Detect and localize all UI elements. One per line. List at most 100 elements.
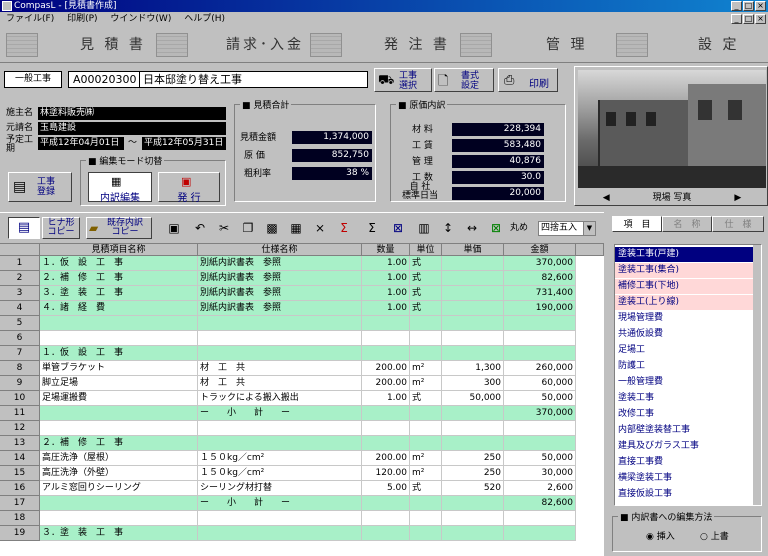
nav-settings[interactable]: 設 定 xyxy=(616,31,766,59)
overwrite-radio[interactable]: ○ 上書 xyxy=(700,532,729,543)
list-item[interactable]: 現場管理費 xyxy=(615,311,753,326)
cell-price[interactable]: 250 xyxy=(442,451,504,466)
cell-item-name[interactable]: 単管ブラケット xyxy=(40,361,198,376)
cell-price[interactable]: 520 xyxy=(442,481,504,496)
save-icon[interactable]: ▣ xyxy=(164,217,184,239)
cell-qty[interactable]: 120.00 xyxy=(362,466,410,481)
cell-amount[interactable]: 82,600 xyxy=(504,271,576,286)
cell-amount[interactable]: 50,000 xyxy=(504,391,576,406)
photo-next-icon[interactable]: ▶ xyxy=(734,193,741,203)
cell-price[interactable]: 300 xyxy=(442,376,504,391)
breakdown-edit-button[interactable]: ▦ 内訳編集 xyxy=(88,172,152,204)
table-row[interactable]: 3 ３．塗 装 工 事別紙内訳書表 参照 1.00 式 731,400 xyxy=(0,286,604,301)
cell-unit[interactable] xyxy=(410,346,442,361)
cell-item-name[interactable]: アルミ窓回りシーリング xyxy=(40,481,198,496)
cell-spec[interactable]: シーリング材打替 xyxy=(198,481,362,496)
table-row[interactable]: 10 足場運搬費 トラックによる搬入搬出 1.00 式 50,000 50,000 xyxy=(0,391,604,406)
cell-spec[interactable] xyxy=(198,346,362,361)
paste-icon[interactable]: ▩ xyxy=(262,217,282,239)
cell-price[interactable] xyxy=(442,406,504,421)
cell-price[interactable]: 50,000 xyxy=(442,391,504,406)
list-item[interactable]: 足場工 xyxy=(615,343,753,358)
cell-unit[interactable] xyxy=(410,526,442,541)
title-bar[interactable]: CompasL - [見積書作成] _ □ × xyxy=(0,0,768,12)
cell-qty[interactable]: 200.00 xyxy=(362,376,410,391)
list-item[interactable]: 内部壁塗装替工事 xyxy=(615,423,753,438)
table-row[interactable]: 16 アルミ窓回りシーリング シーリング材打替 5.00 式 520 2,600 xyxy=(0,481,604,496)
cell-qty[interactable]: 1.00 xyxy=(362,271,410,286)
cell-spec[interactable] xyxy=(198,316,362,331)
register-work-button[interactable]: ▤ 工事 登録 xyxy=(8,172,72,202)
client-field[interactable]: 林塗料販売㈱ xyxy=(38,107,226,120)
cell-spec[interactable] xyxy=(198,526,362,541)
cell-item-name[interactable]: 高圧洗浄（屋根） xyxy=(40,451,198,466)
cell-qty[interactable] xyxy=(362,421,410,436)
cell-price[interactable] xyxy=(442,436,504,451)
cell-spec[interactable]: 別紙内訳書表 参照 xyxy=(198,301,362,316)
cell-spec[interactable]: 材 工 共 xyxy=(198,361,362,376)
cell-qty[interactable] xyxy=(362,511,410,526)
cell-amount[interactable]: 2,600 xyxy=(504,481,576,496)
tab-name[interactable]: 名 称 xyxy=(662,216,712,232)
col-price[interactable]: 単価 xyxy=(442,244,504,256)
cell-spec[interactable]: １５０kg／cm² xyxy=(198,451,362,466)
cell-qty[interactable] xyxy=(362,496,410,511)
cell-qty[interactable]: 1.00 xyxy=(362,256,410,271)
cell-amount[interactable]: 190,000 xyxy=(504,301,576,316)
cell-qty[interactable]: 1.00 xyxy=(362,286,410,301)
table-row[interactable]: 15 高圧洗浄（外壁） １５０kg／cm² 120.00 m² 250 30,000 xyxy=(0,466,604,481)
col-amount[interactable]: 金額 xyxy=(504,244,576,256)
table-row[interactable]: 19 ３．塗 装 工 事 xyxy=(0,526,604,541)
end-date-field[interactable]: 平成12年05月31日 xyxy=(142,137,226,150)
site-photo-panel[interactable]: ◀ 現場 写真 ▶ xyxy=(574,66,768,206)
cell-qty[interactable]: 5.00 xyxy=(362,481,410,496)
list-scrollbar[interactable] xyxy=(753,245,761,505)
table-row[interactable]: 9 脚立足場材 工 共 200.00 m² 300 60,000 xyxy=(0,376,604,391)
cell-unit[interactable]: 式 xyxy=(410,271,442,286)
list-item[interactable]: 横梁塗装工事 xyxy=(615,471,753,486)
format-settings-button[interactable]: 🗋 書式 設定 xyxy=(434,68,494,92)
template-copy-button[interactable]: ヒナ形 コピー xyxy=(42,217,80,239)
table-row[interactable]: 2 ２．補 修 工 事別紙内訳書表 参照 1.00 式 82,600 xyxy=(0,271,604,286)
cell-item-name[interactable] xyxy=(40,406,198,421)
table-row[interactable]: 14 高圧洗浄（屋根） １５０kg／cm² 200.00 m² 250 50,000 xyxy=(0,451,604,466)
list-item[interactable]: 塗装工(上り線) xyxy=(615,295,753,310)
cell-amount[interactable]: 370,000 xyxy=(504,256,576,271)
cell-unit[interactable] xyxy=(410,496,442,511)
cell-qty[interactable]: 1.00 xyxy=(362,301,410,316)
cell-item-name[interactable]: 脚立足場 xyxy=(40,376,198,391)
cell-amount[interactable] xyxy=(504,526,576,541)
cell-spec[interactable]: トラックによる搬入搬出 xyxy=(198,391,362,406)
cell-item-name[interactable]: ３．塗 装 工 事 xyxy=(40,286,198,301)
cell-unit[interactable]: 式 xyxy=(410,391,442,406)
cell-spec[interactable]: 材 工 共 xyxy=(198,376,362,391)
cell-price[interactable] xyxy=(442,301,504,316)
row-height-icon[interactable]: ↕ xyxy=(438,217,458,239)
cell-item-name[interactable] xyxy=(40,421,198,436)
menu-file[interactable]: ファイル(F) xyxy=(6,14,54,24)
cell-amount[interactable]: 370,000 xyxy=(504,406,576,421)
table-row[interactable]: 12 xyxy=(0,421,604,436)
nav-estimate[interactable]: 見 積 書 xyxy=(6,31,156,59)
cell-spec[interactable]: 別紙内訳書表 参照 xyxy=(198,271,362,286)
list-item[interactable]: 塗装工事(戸建) xyxy=(615,247,753,262)
table-row[interactable]: 4 ４．諸 経 費別紙内訳書表 参照 1.00 式 190,000 xyxy=(0,301,604,316)
cell-price[interactable] xyxy=(442,346,504,361)
cell-qty[interactable] xyxy=(362,316,410,331)
cut-icon[interactable]: ✂ xyxy=(214,217,234,239)
cell-qty[interactable] xyxy=(362,346,410,361)
col-spec[interactable]: 仕様名称 xyxy=(198,244,362,256)
cell-qty[interactable] xyxy=(362,331,410,346)
cell-spec[interactable] xyxy=(198,331,362,346)
table-row[interactable]: 18 xyxy=(0,511,604,526)
cell-amount[interactable] xyxy=(504,511,576,526)
cell-unit[interactable]: 式 xyxy=(410,256,442,271)
minimize-button[interactable]: _ xyxy=(731,1,742,11)
cell-amount[interactable]: 30,000 xyxy=(504,466,576,481)
list-item[interactable]: 改修工事 xyxy=(615,407,753,422)
cell-unit[interactable] xyxy=(410,421,442,436)
cell-spec[interactable]: ー 小 計 ー xyxy=(198,406,362,421)
col-unit[interactable]: 単位 xyxy=(410,244,442,256)
sum-s-icon[interactable]: Σ xyxy=(334,217,354,239)
start-date-field[interactable]: 平成12年04月01日 xyxy=(38,137,124,150)
